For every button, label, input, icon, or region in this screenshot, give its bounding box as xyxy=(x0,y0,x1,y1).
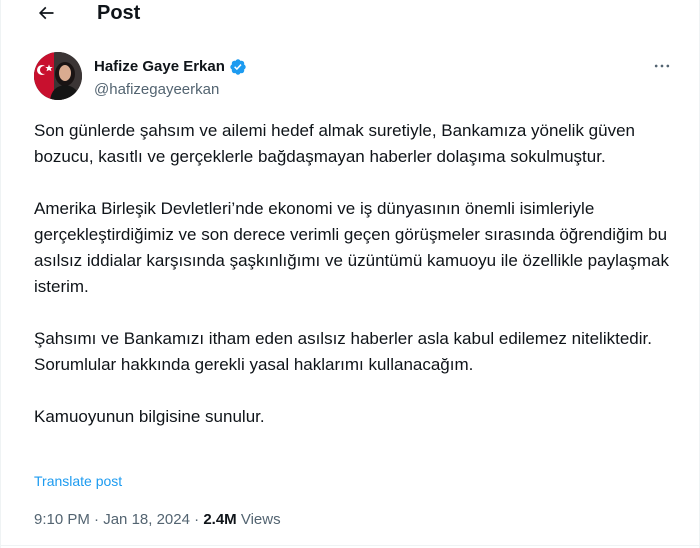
left-border xyxy=(0,0,1,548)
meta-separator: · xyxy=(194,511,200,528)
views-label: Views xyxy=(240,511,281,528)
more-horizontal-icon xyxy=(654,64,670,68)
arrow-left-icon xyxy=(38,6,54,20)
post-meta: 9:10 PM · Jan 18, 2024 · 2.4M Views xyxy=(34,510,281,530)
post-paragraph: Kamuoyunun bilgisine sunulur. xyxy=(34,407,265,426)
author-name-text: Hafize Gaye Erkan xyxy=(94,58,225,75)
author-name[interactable]: Hafize Gaye Erkan xyxy=(94,57,247,77)
header: Post xyxy=(0,0,700,28)
post-date[interactable]: Jan 18, 2024 xyxy=(103,511,190,528)
post-paragraph: Şahsımı ve Bankamızı itham eden asılsız … xyxy=(34,329,652,374)
more-button[interactable] xyxy=(648,56,676,76)
translate-post-link[interactable]: Translate post xyxy=(34,472,122,490)
back-button[interactable] xyxy=(31,0,61,26)
post-paragraph: Son günlerde şahsım ve ailemi hedef alma… xyxy=(34,121,635,166)
avatar-image xyxy=(34,52,82,100)
meta-separator: · xyxy=(94,511,100,528)
divider xyxy=(0,545,700,546)
page-title: Post xyxy=(97,2,141,24)
post-paragraph: Amerika Birleşik Devletleri’nde ekonomi … xyxy=(34,199,669,296)
post-time[interactable]: 9:10 PM xyxy=(34,511,90,528)
author-handle[interactable]: @hafizegayeerkan xyxy=(94,80,219,100)
views-count: 2.4M xyxy=(203,511,237,528)
avatar[interactable] xyxy=(34,52,82,100)
verified-badge-icon xyxy=(230,59,246,75)
post-text: Son günlerde şahsım ve ailemi hedef alma… xyxy=(34,118,674,430)
